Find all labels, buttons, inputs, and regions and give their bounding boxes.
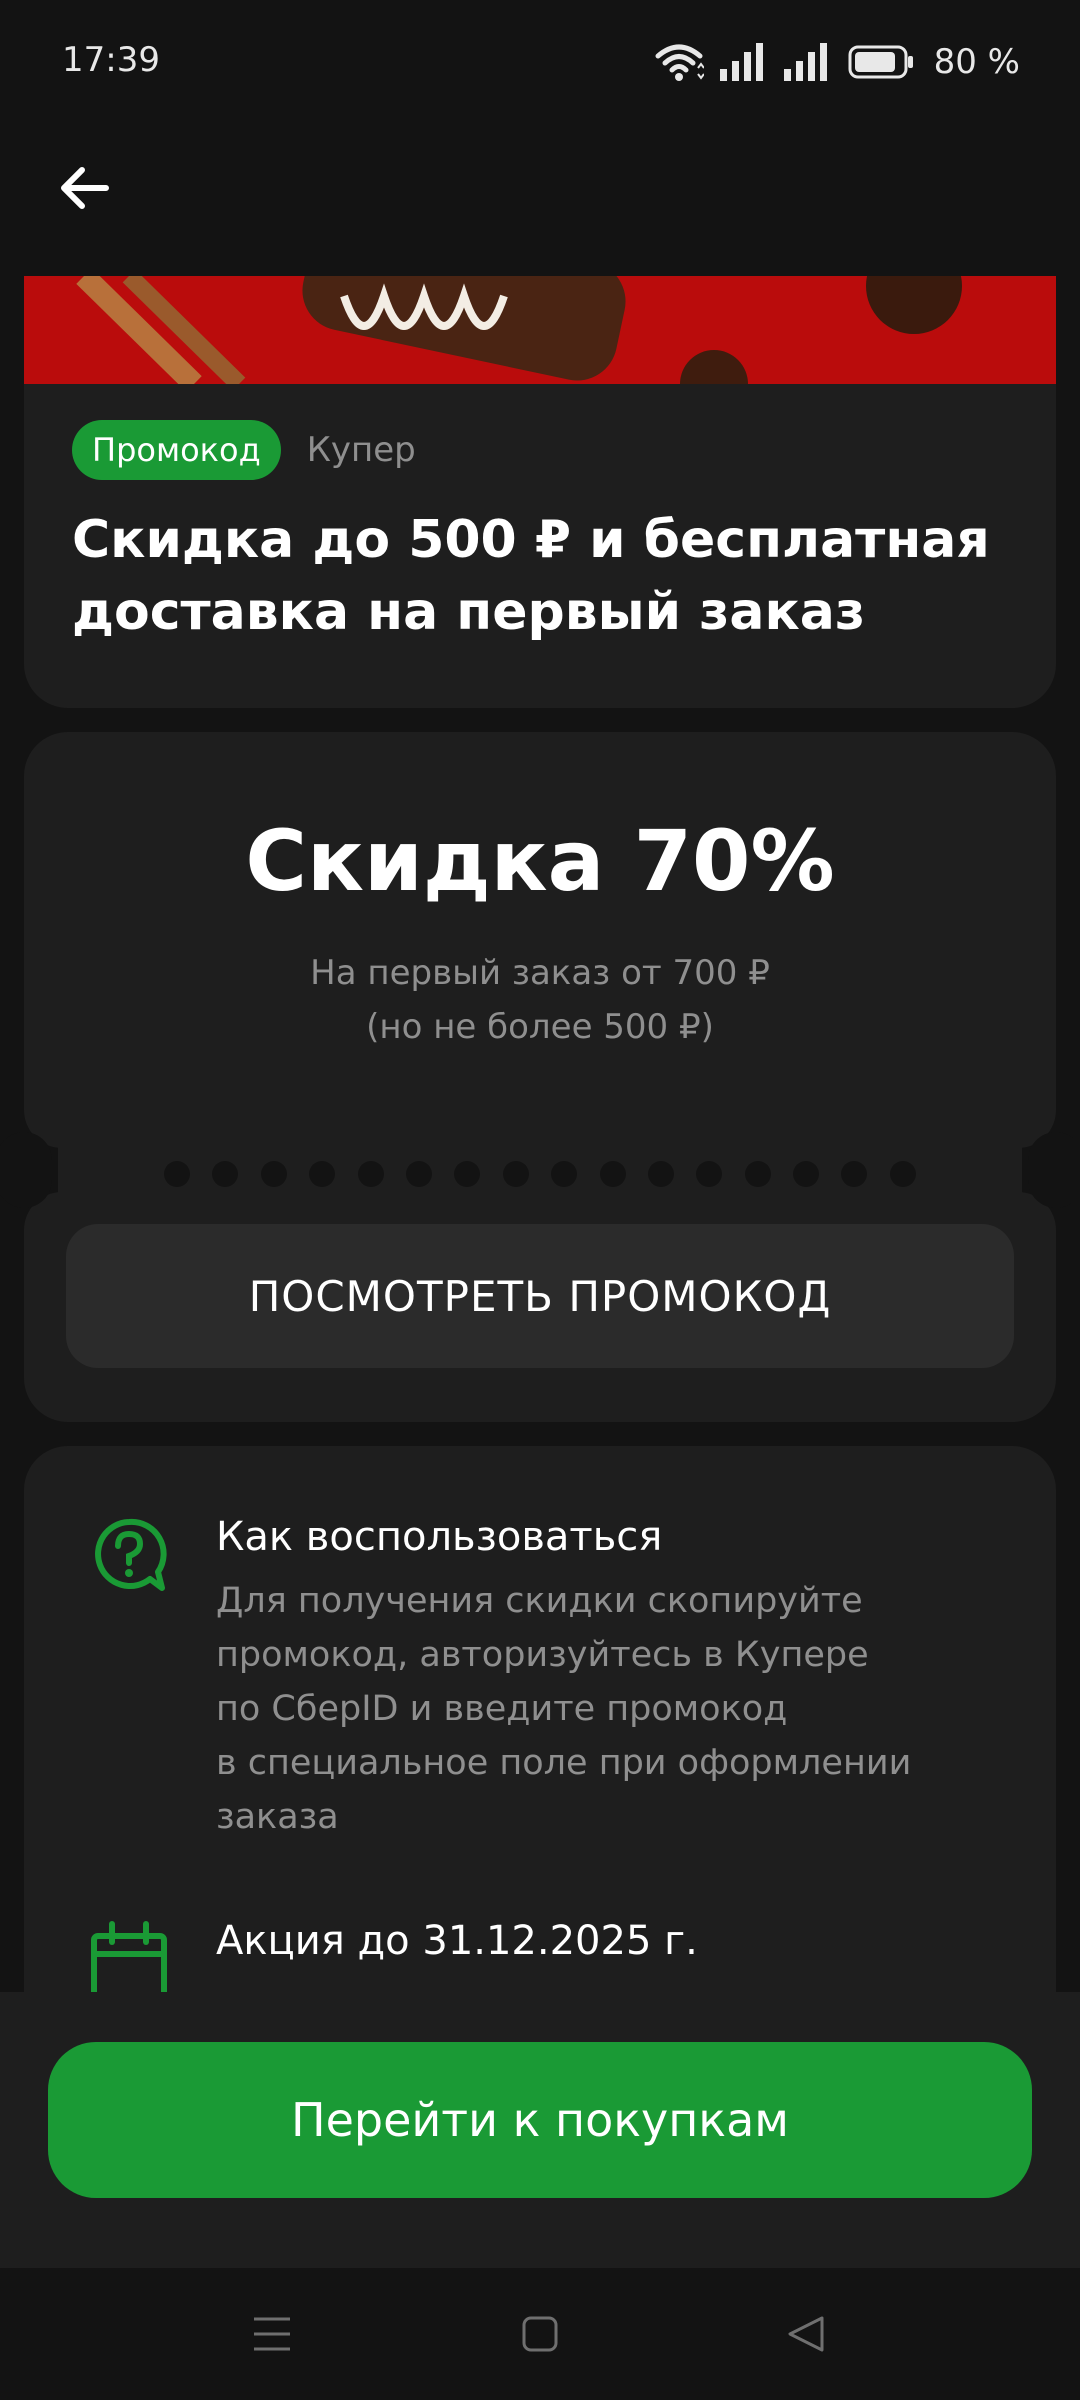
partner-name: Купер	[306, 430, 416, 470]
perforation-dot	[454, 1161, 481, 1187]
perforation-dot	[599, 1161, 626, 1187]
arrow-left-icon	[58, 166, 110, 214]
system-home-button[interactable]	[500, 2296, 580, 2376]
how-to-text-line: промокод, авторизуйтесь в Купере	[216, 1635, 869, 1675]
status-icons: 80 %	[654, 40, 1020, 84]
status-time: 17:39	[62, 40, 160, 80]
discount-condition-line: (но не более 500 ₽)	[366, 1007, 714, 1047]
perforation-dot	[696, 1161, 723, 1187]
offer-header-card: Промокод Купер Скидка до 500 ₽ и бесплат…	[24, 276, 1056, 708]
perforation-dot	[647, 1161, 674, 1187]
perforation-dot	[260, 1161, 287, 1187]
battery-icon	[848, 45, 914, 79]
discount-conditions: На первый заказ от 700 ₽ (но не более 50…	[24, 946, 1056, 1054]
how-to-title: Как воспользоваться	[216, 1514, 663, 1560]
perforation-dot	[212, 1161, 239, 1187]
system-nav-bar	[0, 2268, 1080, 2400]
how-to-text: Для получения скидки скопируйте промокод…	[216, 1574, 1016, 1844]
bottom-action-bar: Перейти к покупкам	[0, 1992, 1080, 2268]
perforation-dot	[551, 1161, 578, 1187]
screen: 17:39 80 % Промокод Купер Скидка до 500 …	[0, 0, 1080, 2400]
status-bar: 17:39 80 %	[0, 0, 1080, 120]
perforation-dot	[309, 1161, 336, 1187]
how-to-text-line: по СберID и введите промокод	[216, 1689, 788, 1729]
back-triangle-icon	[786, 2314, 826, 2358]
perforation-dot	[502, 1161, 529, 1187]
system-menu-button[interactable]	[232, 2296, 312, 2376]
wifi-icon	[654, 42, 704, 82]
ticket-notch-left	[0, 1132, 52, 1208]
perforation-dot	[793, 1161, 820, 1187]
how-to-text-line: Для получения скидки скопируйте	[216, 1581, 863, 1621]
perforation-dot	[744, 1161, 771, 1187]
question-bubble-icon	[84, 1512, 174, 1602]
home-icon	[521, 2315, 559, 2357]
perforation-dot	[889, 1161, 916, 1187]
ticket-top	[24, 732, 1056, 1148]
perforation-dot	[357, 1161, 384, 1187]
perforation-dot	[841, 1161, 868, 1187]
promo-deadline: Акция до 31.12.2025 г.	[216, 1918, 698, 1964]
show-promo-code-button[interactable]: ПОСМОТРЕТЬ ПРОМОКОД	[66, 1224, 1014, 1368]
how-to-text-line: заказа	[216, 1797, 339, 1837]
system-back-button[interactable]	[766, 2296, 846, 2376]
perforation-dots	[164, 1160, 916, 1188]
signal-icon	[783, 43, 832, 81]
ticket-notch-right	[1028, 1132, 1080, 1208]
signal-icon	[719, 43, 768, 81]
perforation-dot	[164, 1161, 190, 1187]
go-shopping-button[interactable]: Перейти к покупкам	[48, 2042, 1032, 2198]
hero-image	[24, 276, 1056, 384]
how-to-text-line: в специальное поле при оформлении	[216, 1743, 912, 1783]
perforation-dot	[405, 1161, 432, 1187]
battery-percentage: 80 %	[933, 42, 1020, 82]
promo-badge: Промокод	[72, 420, 281, 480]
discount-condition-line: На первый заказ от 700 ₽	[310, 953, 770, 993]
back-button[interactable]	[54, 160, 114, 220]
menu-icon	[252, 2315, 292, 2357]
tag-row: Промокод Купер	[72, 420, 416, 480]
promo-ticket: Скидка 70% На первый заказ от 700 ₽ (но …	[0, 732, 1080, 1422]
info-card: Как воспользоваться Для получения скидки…	[24, 1446, 1056, 2006]
offer-title: Скидка до 500 ₽ и бесплатная доставка на…	[72, 510, 990, 642]
discount-title: Скидка 70%	[245, 812, 835, 910]
